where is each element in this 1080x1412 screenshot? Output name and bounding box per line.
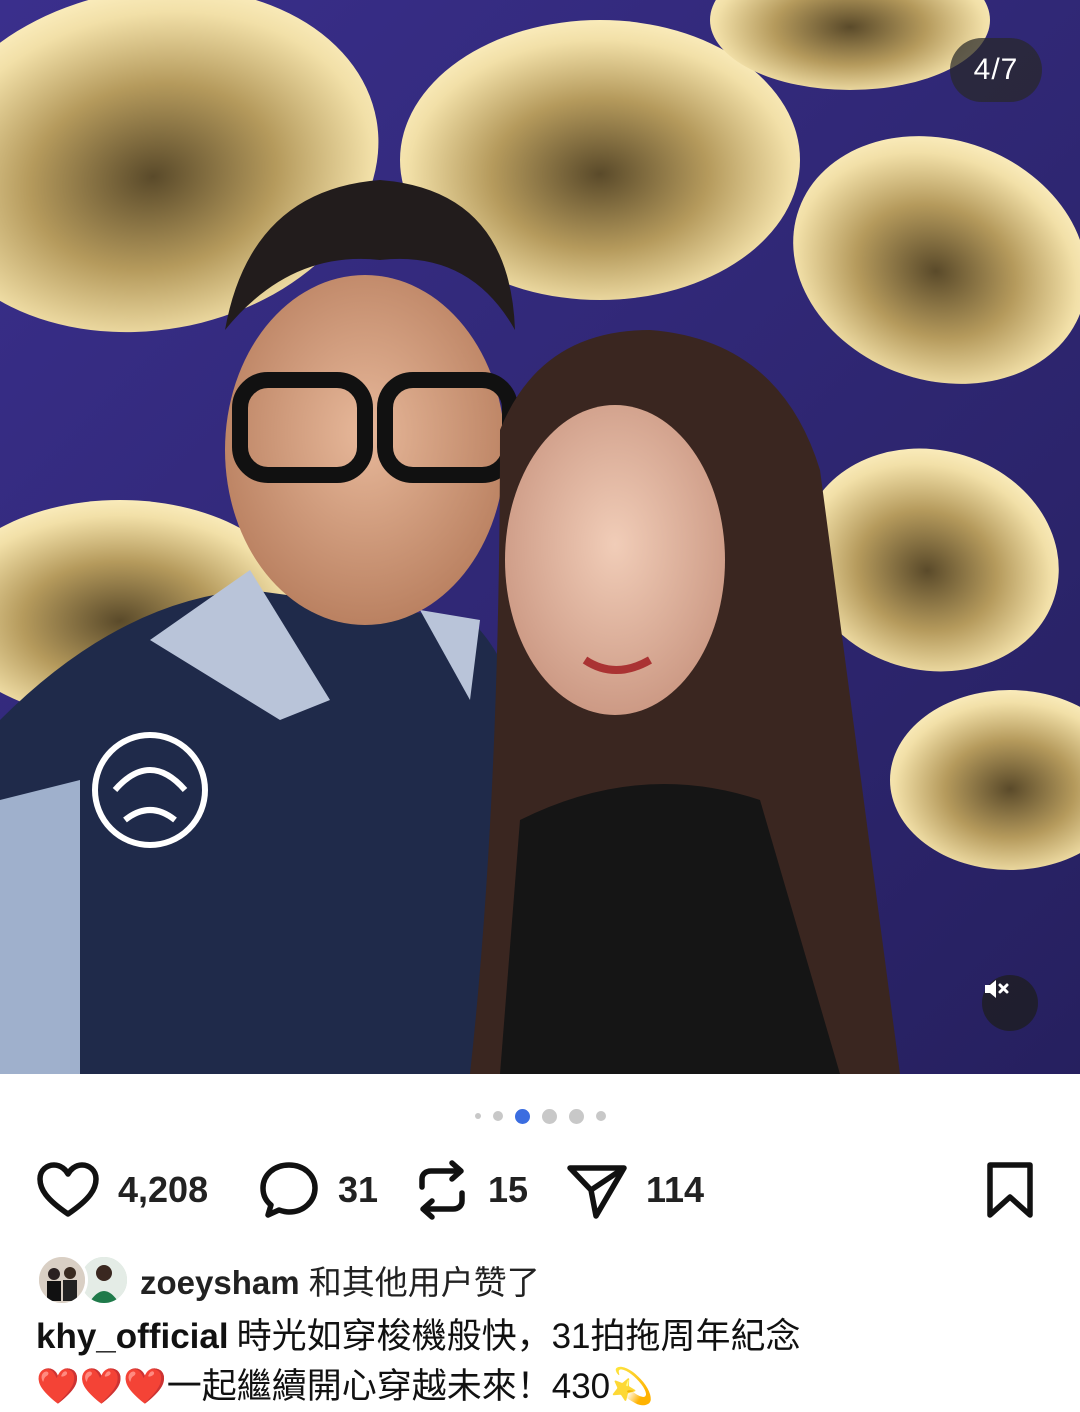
bookmark-button[interactable] [986, 1150, 1034, 1230]
like-button[interactable]: 4,208 [36, 1150, 208, 1230]
caption-line-2: ❤️❤️❤️一起繼續開心穿越未來！430💫 [36, 1367, 654, 1406]
share-button[interactable]: 114 [566, 1150, 704, 1230]
carousel-dot[interactable] [474, 1113, 481, 1119]
liked-by-text: zoeysham 和其他用户赞了 [140, 1256, 540, 1304]
heart-icon [37, 1162, 99, 1217]
mute-button[interactable] [982, 975, 1038, 1031]
carousel-dot[interactable] [492, 1111, 503, 1121]
image-counter-text: 4/7 [973, 53, 1019, 86]
comment-button[interactable]: 31 [258, 1150, 378, 1230]
liked-by-suffix: 和其他用户赞了 [299, 1264, 540, 1301]
caption-text-1: 時光如穿梭機般快，31拍拖周年紀念 [236, 1317, 801, 1356]
repost-button[interactable]: 15 [414, 1150, 528, 1230]
send-icon [567, 1165, 627, 1219]
post-caption: khy_official 時光如穿梭機般快，31拍拖周年紀念 ❤️❤️❤️一起繼續… [36, 1312, 1046, 1412]
carousel-dot[interactable] [595, 1111, 606, 1121]
caption-username[interactable]: khy_official [36, 1317, 229, 1356]
repost-count: 15 [488, 1169, 529, 1210]
carousel-dot[interactable] [568, 1108, 584, 1124]
liked-by-username[interactable]: zoeysham [140, 1264, 300, 1301]
carousel-dot[interactable] [541, 1108, 557, 1124]
liked-by-row[interactable]: zoeysham 和其他用户赞了 [36, 1252, 540, 1308]
image-counter: 4/7 [950, 38, 1042, 102]
like-count: 4,208 [118, 1169, 209, 1210]
comment-count: 31 [338, 1169, 379, 1210]
carousel-dot[interactable] [514, 1108, 530, 1124]
avatar-image-icon [39, 1257, 85, 1303]
comment-bubble-icon [260, 1162, 318, 1218]
speaker-muted-icon [985, 980, 1009, 998]
photo-illustration [0, 0, 1080, 1074]
avatar [36, 1254, 88, 1306]
caption-line-1: khy_official 時光如穿梭機般快，31拍拖周年紀念 [36, 1312, 1046, 1362]
post-photo[interactable]: 4/7 [0, 0, 1080, 1074]
carousel-dots [0, 1102, 1080, 1130]
bookmark-icon [987, 1162, 1033, 1218]
repost-icon [419, 1160, 465, 1220]
share-count: 114 [646, 1169, 705, 1210]
action-bar: 4,208 31 15 114 [0, 1150, 1080, 1230]
